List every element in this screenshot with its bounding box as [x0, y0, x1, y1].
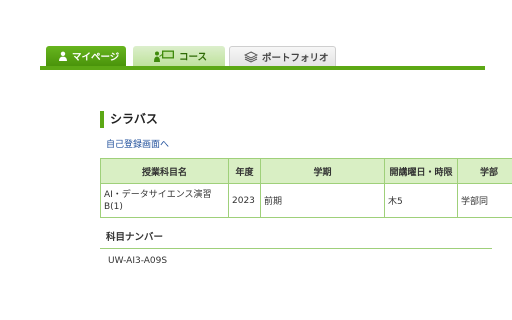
syllabus-table: 授業科目名 年度 学期 開講曜日・時限 学部 AI・データサイエンス演習B(1)… — [100, 158, 512, 218]
cell-day-period: 木5 — [384, 183, 458, 218]
cell-term: 前期 — [260, 183, 385, 218]
page-title: シラバス — [100, 111, 158, 128]
tab-course[interactable]: コース — [133, 46, 225, 66]
header-faculty: 学部 — [457, 158, 512, 184]
table-header-row: 授業科目名 年度 学期 開講曜日・時限 学部 — [100, 158, 512, 184]
header-course-name: 授業科目名 — [100, 158, 229, 184]
cell-faculty: 学部同 — [457, 183, 512, 218]
self-register-link[interactable]: 自己登録画面へ — [106, 137, 169, 150]
syllabus-page: マイページ コース ポートフォリオ シラバス 自己登録画面へ 授業科目名 年度 … — [0, 0, 512, 320]
header-day-period: 開講曜日・時限 — [384, 158, 458, 184]
teacher-board-icon — [153, 50, 175, 62]
course-number-heading: 科目ナンバー — [100, 229, 492, 249]
header-term: 学期 — [260, 158, 385, 184]
syllabus-table-container: 授業科目名 年度 学期 開講曜日・時限 学部 AI・データサイエンス演習B(1)… — [100, 158, 512, 218]
tab-mypage-label: マイページ — [72, 52, 120, 63]
tab-course-label: コース — [179, 52, 208, 63]
tab-mypage[interactable]: マイページ — [46, 46, 126, 66]
cell-course-name: AI・データサイエンス演習B(1) — [100, 183, 229, 218]
next-section-heading-cut: … — [106, 278, 115, 283]
tab-underline — [40, 66, 485, 70]
table-row: AI・データサイエンス演習B(1) 2023 前期 木5 学部同 — [100, 183, 512, 218]
tab-portfolio[interactable]: ポートフォリオ — [229, 46, 336, 66]
course-number-value: UW-AI3-A09S — [108, 256, 168, 266]
header-year: 年度 — [228, 158, 261, 184]
stack-icon — [244, 50, 258, 63]
cell-year: 2023 — [228, 183, 261, 218]
tab-portfolio-label: ポートフォリオ — [262, 52, 329, 64]
person-icon — [58, 51, 68, 61]
main-tab-nav: マイページ コース ポートフォリオ — [0, 40, 512, 71]
